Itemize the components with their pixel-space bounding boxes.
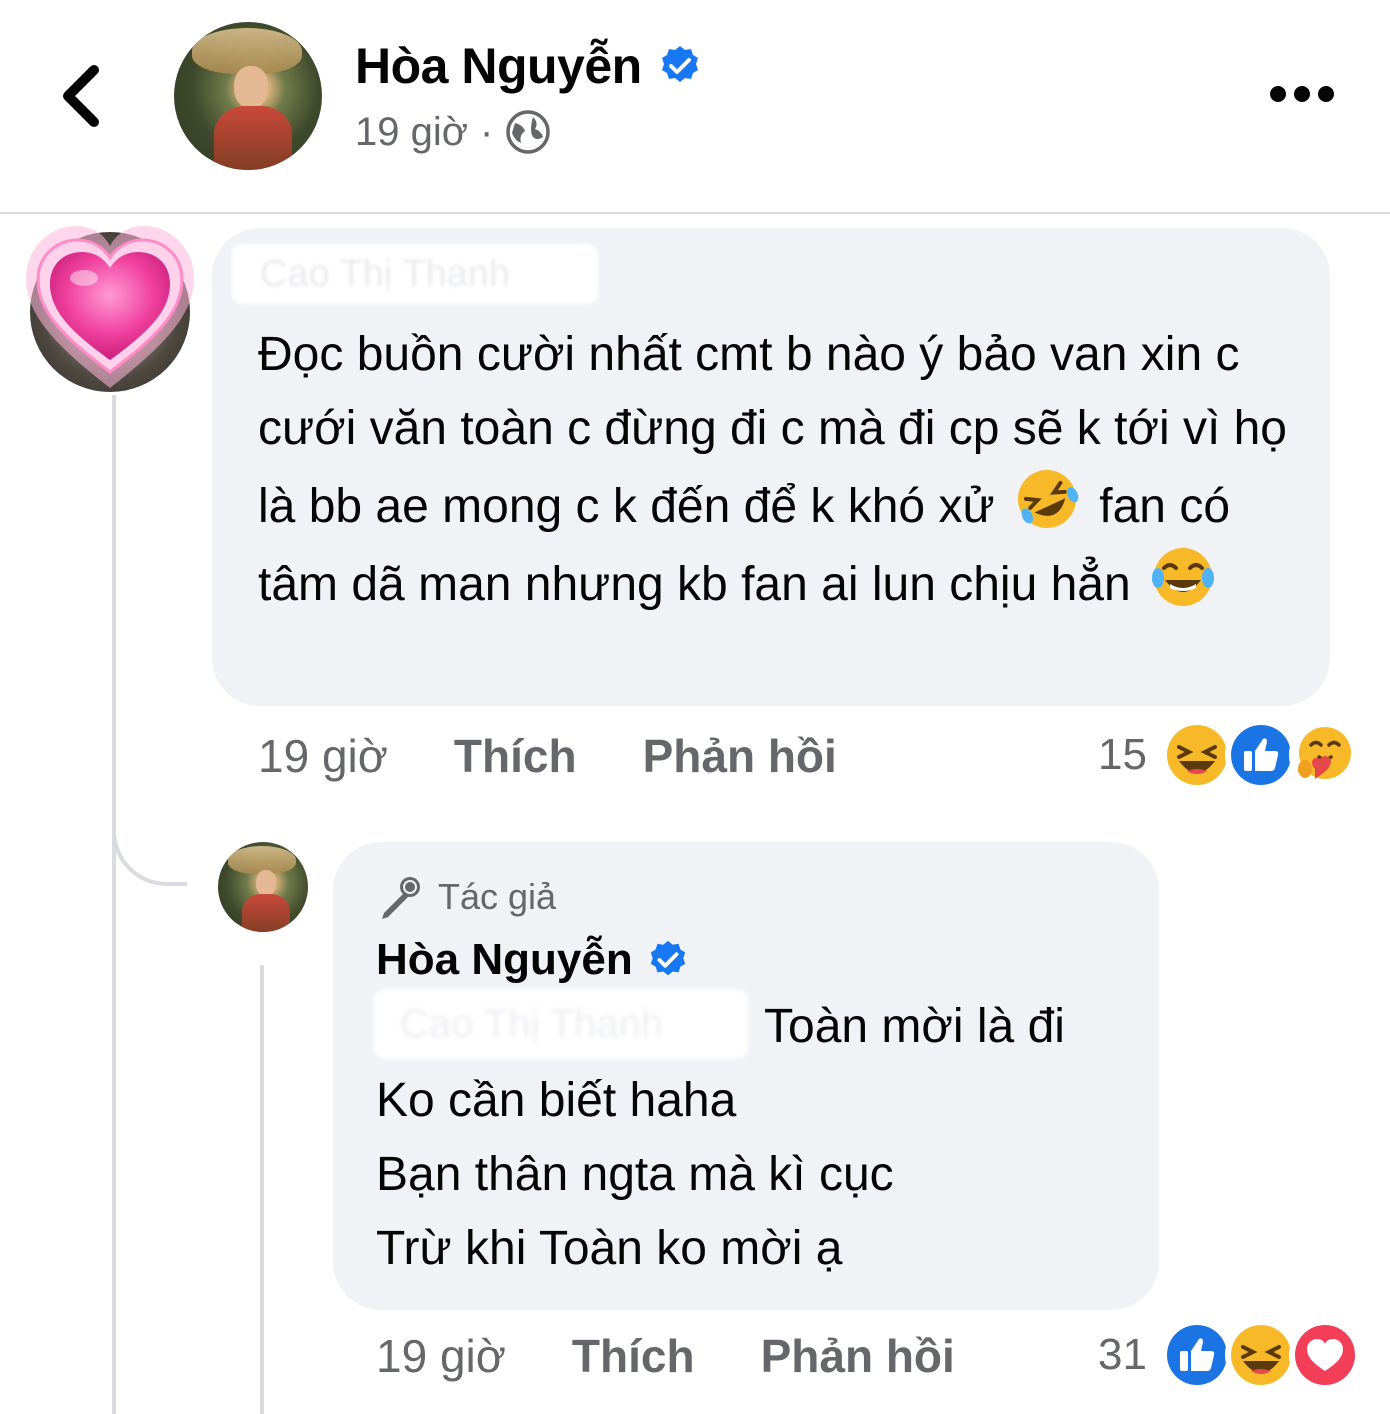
reply-time[interactable]: 19 giờ: [376, 1329, 506, 1383]
more-options-button[interactable]: [1268, 80, 1336, 108]
chevron-left-icon: [63, 65, 99, 127]
reply-button[interactable]: Phản hồi: [643, 729, 837, 783]
reply-author-name[interactable]: Hòa Nguyễn: [376, 935, 633, 985]
verified-badge-icon: [650, 940, 685, 976]
thread-line: [112, 395, 116, 1414]
avatar-dress-shape: [242, 894, 290, 932]
tears-of-joy-emoji: [1152, 548, 1215, 606]
heart-sticker-icon: [26, 226, 194, 388]
avatar-dress-shape: [214, 106, 292, 170]
meta-separator: ·: [479, 109, 494, 154]
reply-reactions[interactable]: 31: [1098, 1319, 1361, 1391]
rolling-laughing-emoji: [1017, 470, 1079, 528]
comment-actions: 19 giờ Thích Phản hồi: [258, 726, 837, 786]
like-reaction-icon: [1224, 719, 1297, 791]
mention-blurred[interactable]: Cao Thị Thanh: [374, 990, 748, 1058]
love-reaction-icon: [1288, 1319, 1361, 1391]
author-avatar[interactable]: [174, 22, 322, 170]
reply-actions: 19 giờ Thích Phản hồi: [376, 1326, 955, 1386]
like-button[interactable]: Thích: [454, 729, 577, 783]
verified-badge-icon: [661, 46, 698, 82]
back-button[interactable]: [52, 58, 116, 134]
author-name[interactable]: Hòa Nguyễn: [355, 37, 642, 95]
reply-line-1: Toàn mời là đi: [764, 1000, 1065, 1053]
haha-reaction-icon: [1160, 719, 1233, 791]
reaction-count: 31: [1098, 1330, 1147, 1379]
thread-connector: [112, 800, 187, 886]
reply-name-row: Hòa Nguyễn: [376, 930, 689, 990]
reply-line-4: Trừ khi Toàn ko mời ạ: [376, 1222, 843, 1275]
avatar-face-shape: [234, 66, 268, 108]
avatar-face-shape: [256, 870, 276, 896]
reply-button[interactable]: Phản hồi: [761, 1329, 955, 1383]
reply-author-avatar[interactable]: [218, 842, 308, 932]
care-reaction-icon: [1288, 719, 1361, 791]
post-time[interactable]: 19 giờ: [355, 110, 468, 155]
like-button[interactable]: Thích: [572, 1329, 695, 1383]
author-name-row: Hòa Nguyễn: [355, 36, 702, 96]
microphone-icon: [382, 877, 420, 919]
comment-reactions[interactable]: 15: [1098, 719, 1361, 791]
author-badge-label: Tác giả: [438, 876, 557, 917]
author-badge-row: Tác giả: [376, 872, 556, 922]
post-meta: 19 giờ ·: [355, 106, 551, 158]
commenter-name-blurred[interactable]: Cao Thị Thanh: [232, 244, 598, 304]
globe-icon: [506, 110, 551, 154]
more-dots-icon: [1270, 86, 1334, 102]
comment-time[interactable]: 19 giờ: [258, 729, 388, 783]
like-reaction-icon: [1160, 1319, 1233, 1391]
reply-text: Ko cần biết haha Bạn thân ngta mà kì cục…: [376, 1064, 1136, 1286]
reply-line-2: Ko cần biết haha: [376, 1074, 737, 1127]
reaction-count: 15: [1098, 730, 1147, 779]
comment-text: Đọc buồn cười nhất cmt b nào ý bảo van x…: [258, 318, 1308, 622]
reply-thread-line: [260, 965, 264, 1414]
reply-line-3: Bạn thân ngta mà kì cục: [376, 1148, 894, 1201]
haha-reaction-icon: [1224, 1319, 1297, 1391]
